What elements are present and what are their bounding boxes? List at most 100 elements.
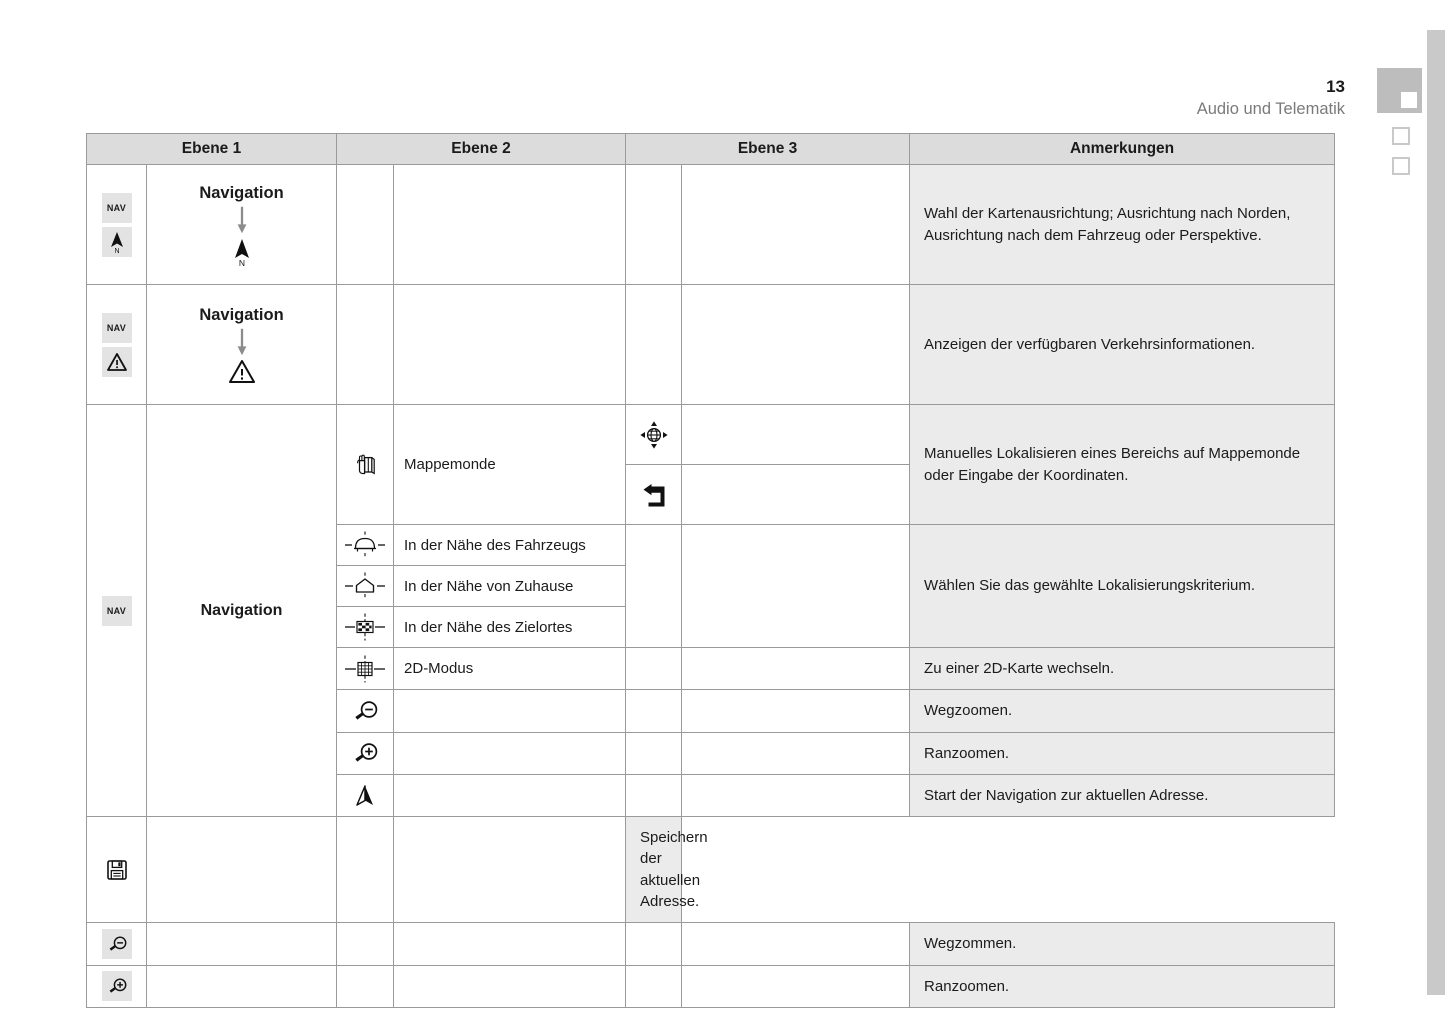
right-edge-bar	[1427, 30, 1445, 995]
section-tab-marker	[1401, 92, 1417, 108]
level1-path-cell: Navigation	[145, 284, 338, 405]
nav-tile[interactable]: NAV	[101, 312, 132, 343]
level3-icon-cell[interactable]	[625, 464, 683, 525]
nav-label: NAV	[106, 605, 127, 616]
section-tab-active[interactable]	[1377, 68, 1422, 113]
level3-label-cell-empty	[681, 646, 911, 691]
level1-icon-cell	[86, 922, 147, 966]
level3-icon-cell-empty	[625, 964, 683, 1008]
level3-label-cell-empty	[681, 524, 911, 648]
level2-icon-cell[interactable]	[336, 731, 395, 775]
nav-label: NAV	[106, 322, 127, 333]
level1-icon-cell	[86, 964, 147, 1008]
nav-tile[interactable]: NAV	[101, 595, 132, 626]
table-row: NAV N Navigation N Wahl der Kartenausric…	[86, 164, 1336, 285]
level3-icon-cell-empty	[625, 689, 683, 733]
level3-icon-cell-empty	[625, 646, 683, 691]
level2-icon-cell[interactable]	[336, 606, 395, 648]
column-header-ebene3: Ebene 3	[625, 133, 911, 165]
level3-label-cell-empty	[681, 464, 911, 525]
level1-icon-cell: NAV N	[86, 164, 147, 285]
zoom-in-icon	[109, 978, 126, 993]
zoom-out-icon	[355, 701, 378, 720]
level3-icon-cell[interactable]	[625, 404, 683, 465]
level2-label-cell-empty	[393, 689, 627, 733]
level3-icon-cell-empty	[625, 164, 683, 285]
level2-icon-cell[interactable]	[336, 565, 395, 607]
level3-icon-cell-empty	[625, 922, 683, 966]
nav-arrow-icon	[356, 784, 374, 806]
table-row: Speichern der aktuellen Adresse.	[86, 816, 1335, 924]
level2-icon-cell-empty	[336, 164, 395, 285]
level2-label-cell-empty	[145, 816, 338, 924]
remark-cell: Ranzoomen.	[909, 731, 1336, 775]
column-header-ebene2: Ebene 2	[336, 133, 627, 165]
warning-triangle-tile[interactable]	[101, 346, 132, 377]
page-header: 13 Audio und Telematik	[1197, 78, 1345, 118]
level3-icon-cell-empty	[625, 524, 683, 648]
level2-icon-cell[interactable]	[336, 404, 395, 525]
table-row: NAV Navigation Mappemonde Manuelles Loka…	[86, 403, 1336, 818]
section-tab-3[interactable]	[1392, 157, 1410, 175]
level3-label-cell-empty	[681, 964, 911, 1008]
level1-label-cell: Navigation	[145, 403, 338, 818]
north-arrow-tile[interactable]: N	[101, 226, 132, 257]
remark-cell: Zu einer 2D-Karte wechseln.	[909, 646, 1336, 691]
level2-icon-cell[interactable]	[336, 646, 395, 691]
menu-path-title: Navigation	[199, 184, 284, 202]
level3-icon-cell-empty	[336, 816, 395, 924]
level2-icon-cell-empty	[336, 964, 395, 1008]
level1-label-cell-empty	[145, 922, 338, 966]
page-number: 13	[1326, 77, 1345, 96]
page-canvas: 13 Audio und Telematik Ebene 1 Ebene 2 E…	[0, 0, 1445, 1025]
level1-path-cell: Navigation N	[145, 164, 338, 285]
level2-label-cell-empty	[393, 773, 627, 818]
level2-label-cell-empty	[393, 964, 627, 1008]
menu-path-title: Navigation	[199, 306, 284, 324]
return-arrow-icon	[643, 483, 665, 506]
table-row: Wegzommen.	[86, 922, 1336, 966]
functions-table: Ebene 1 Ebene 2 Ebene 3 Anmerkungen NAV	[85, 133, 1336, 1008]
svg-text:N: N	[238, 258, 244, 267]
level3-label-cell-empty	[681, 284, 911, 405]
column-header-anmerkungen: Anmerkungen	[909, 133, 1336, 165]
zoom-in-icon	[355, 743, 378, 762]
level3-icon-cell-empty	[625, 773, 683, 818]
section-tab-2[interactable]	[1392, 127, 1410, 145]
nav-label: NAV	[106, 202, 127, 213]
level3-label-cell-empty	[393, 816, 627, 924]
zoom-in-tile[interactable]	[101, 971, 132, 1002]
hand-map-icon	[357, 454, 375, 474]
level3-icon-cell-empty	[625, 284, 683, 405]
zoom-out-tile[interactable]	[101, 929, 132, 960]
level2-label-cell-empty	[393, 731, 627, 775]
level2-icon-cell-empty	[336, 922, 395, 966]
level2-icon-cell[interactable]	[336, 773, 395, 818]
remark-cell: Start der Navigation zur aktuellen Adres…	[909, 773, 1336, 818]
floppy-save-icon	[106, 859, 127, 880]
down-arrow-icon	[237, 328, 246, 356]
remark-cell: Wahl der Kartenausrichtung; Ausrichtung …	[909, 164, 1336, 285]
svg-text:N: N	[114, 248, 119, 254]
level3-label-cell-empty	[681, 773, 911, 818]
remark-cell: Manuelles Lokalisieren eines Bereichs au…	[909, 404, 1336, 525]
remark-cell: Ranzoomen.	[909, 964, 1336, 1008]
level2-icon-cell[interactable]	[86, 816, 147, 924]
nav-tile[interactable]: NAV	[101, 192, 132, 223]
down-arrow-icon	[237, 206, 246, 234]
level2-icon-cell-empty	[336, 284, 395, 405]
level2-icon-cell[interactable]	[336, 689, 395, 733]
level3-icon-cell-empty	[625, 731, 683, 775]
level2-label-cell-empty	[393, 164, 627, 285]
north-arrow-icon: N	[234, 239, 249, 267]
flag-near-icon	[345, 613, 386, 641]
remark-cell: Wegzommen.	[909, 922, 1336, 966]
table-row: NAV Navigation Anzeigen der verfügbaren …	[86, 284, 1336, 405]
level2-label-cell-empty	[393, 922, 627, 966]
table-row: Ranzoomen.	[86, 964, 1336, 1008]
level1-icon-cell: NAV	[86, 284, 147, 405]
level1-icon-cell: NAV	[86, 403, 147, 818]
remark-cell: Speichern der aktuellen Adresse.	[625, 816, 708, 924]
level2-icon-cell[interactable]	[336, 524, 395, 566]
warning-triangle-icon	[106, 352, 127, 371]
